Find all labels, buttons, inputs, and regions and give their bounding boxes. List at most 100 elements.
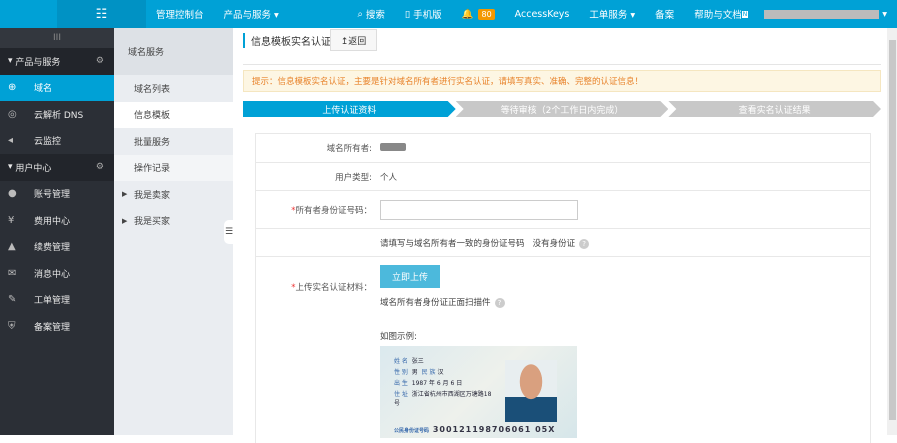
subnav-buyer[interactable]: ▶我是买家 [114, 208, 233, 235]
sidebar-item-monitor[interactable]: ◂ 云监控 [0, 128, 114, 155]
search-button[interactable]: ⌕ 搜索 [348, 0, 395, 28]
mail-icon: ✉ [8, 268, 28, 279]
search-icon: ⌕ [358, 9, 366, 20]
shield-icon: ⛨ [8, 321, 28, 332]
help-link[interactable]: 帮助与文档N [684, 0, 758, 28]
sidebar-section-user-center[interactable]: ▾ 用户中心⚙ [0, 154, 114, 181]
user-icon: ● [8, 188, 28, 199]
gear-icon[interactable]: ⚙ [96, 162, 104, 172]
user-type-label: 用户类型: [256, 171, 380, 183]
caret-right-icon: ▶ [122, 190, 134, 198]
sidebar-item-renewal[interactable]: ▲ 续费管理 [0, 234, 114, 261]
sidebar-toggle[interactable]: III [0, 28, 114, 48]
verification-form: 域名所有者: 用户类型:个人 *所有者身份证号码： 请填写与域名所有者一致的身份… [255, 133, 871, 443]
page-title: 信息模板实名认证 [243, 33, 331, 48]
card-field: 性 别 [394, 369, 408, 376]
aliyun-logo-icon[interactable]: ☷ [57, 0, 146, 28]
group-label: 我是卖家 [134, 188, 170, 201]
user-type-value: 个人 [380, 171, 397, 183]
section-label: 产品与服务 [15, 55, 60, 68]
sidebar-item-tickets[interactable]: ✎ 工单管理 [0, 287, 114, 314]
card-id-number: 300121198706061 05X [433, 425, 556, 434]
step-review: 等待审核（2个工作日内完成） [456, 101, 669, 117]
card-value: 汉 [437, 369, 443, 376]
tickets-menu[interactable]: 工单服务 ▾ [579, 0, 645, 28]
sidebar-item-label: 续费管理 [34, 240, 70, 253]
sidebar-item-label: 账号管理 [34, 187, 70, 200]
help-icon[interactable]: ? [579, 239, 589, 249]
sidebar-item-beian[interactable]: ⛨备案管理 [0, 313, 114, 340]
pencil-icon: ✎ [8, 294, 28, 305]
notice-banner: 提示：信息模板实名认证，主要是针对域名所有者进行实名认证，请填写真实、准确、完整… [243, 70, 881, 92]
domain-subnav: 域名服务 域名列表 信息模板 批量服务 操作记录 ▶我是卖家 ▶我是买家 [114, 28, 233, 435]
sidebar-item-label: 费用中心 [34, 214, 70, 227]
products-menu[interactable]: 产品与服务 ▾ [214, 0, 289, 28]
new-badge: N [742, 11, 749, 18]
step-upload: 上传认证资料 [243, 101, 456, 117]
scrollbar-thumb[interactable] [889, 40, 896, 420]
back-button[interactable]: ↥返回 [330, 29, 377, 51]
subnav-header: 域名服务 [114, 28, 233, 75]
upload-hint: 域名所有者身份证正面扫描件 [380, 298, 491, 308]
upload-button[interactable]: 立即上传 [380, 265, 440, 288]
top-nav-bar: ☷ 管理控制台 产品与服务 ▾ ⌕ 搜索 ▯ 手机版 🔔80 AccessKey… [0, 0, 897, 28]
accesskeys-link[interactable]: AccessKeys [505, 0, 580, 28]
beian-link[interactable]: 备案 [645, 0, 684, 28]
owner-label: 域名所有者: [256, 142, 380, 154]
card-field: 住 址 [394, 391, 408, 398]
subnav-operation-log[interactable]: 操作记录 [114, 155, 233, 182]
yen-icon: ¥ [8, 215, 28, 226]
sidebar-item-billing[interactable]: ¥ 费用中心 [0, 207, 114, 234]
progress-steps: 上传认证资料 等待审核（2个工作日内完成） 查看实名认证结果 [243, 101, 881, 117]
bell-icon: 🔔 [462, 9, 474, 20]
card-field: 姓 名 [394, 358, 408, 365]
mobile-label: 手机版 [413, 7, 442, 21]
renew-icon: ▲ [8, 241, 28, 252]
upload-label: 上传实名认证材料： [295, 283, 372, 293]
sidebar-item-label: 工单管理 [34, 293, 70, 306]
subnav-domain-list[interactable]: 域名列表 [114, 75, 233, 102]
id-card-example-image: 姓 名 张三 性 别 男 民 族 汉 出 生 1987 年 6 月 6 日 住 … [380, 346, 577, 438]
console-link[interactable]: 管理控制台 [146, 0, 214, 28]
card-field: 出 生 [394, 380, 408, 387]
main-content: 信息模板实名认证 ↥返回 提示：信息模板实名认证，主要是针对域名所有者进行实名认… [233, 28, 887, 435]
sidebar-section-products[interactable]: ▾ 产品与服务 ⚙ [0, 48, 114, 75]
sidebar-item-account[interactable]: ● 账号管理 [0, 181, 114, 208]
caret-down-icon: ▾ [8, 56, 15, 66]
phone-icon: ▯ [405, 9, 413, 20]
sidebar-item-domain[interactable]: ⊕ 域名 [0, 75, 114, 102]
sidebar-item-label: 消息中心 [34, 267, 70, 280]
id-number-input[interactable] [380, 200, 578, 220]
portrait-photo [505, 360, 557, 422]
subnav-seller[interactable]: ▶我是卖家 [114, 181, 233, 208]
dns-icon: ◎ [8, 109, 28, 120]
step-result: 查看实名认证结果 [668, 101, 881, 117]
owner-value-redacted [380, 143, 406, 151]
id-number-label: 所有者身份证号码： [295, 206, 372, 216]
section-label: 用户中心 [15, 161, 51, 174]
group-label: 我是买家 [134, 214, 170, 227]
sidebar-item-label: 域名 [34, 81, 52, 94]
username-redacted [764, 10, 879, 19]
caret-right-icon: ▶ [122, 217, 134, 225]
divider [243, 64, 881, 65]
sidebar-item-label: 云解析 DNS [34, 108, 83, 121]
gear-icon[interactable]: ⚙ [96, 56, 104, 66]
sidebar-item-dns[interactable]: ◎ 云解析 DNS [0, 101, 114, 128]
monitor-icon: ◂ [8, 135, 28, 146]
card-value: 男 [412, 369, 418, 376]
user-menu[interactable]: ▾ [758, 0, 897, 28]
no-id-link[interactable]: 没有身份证 [533, 239, 576, 249]
sidebar-item-messages[interactable]: ✉ 消息中心 [0, 260, 114, 287]
subnav-batch[interactable]: 批量服务 [114, 128, 233, 155]
mobile-button[interactable]: ▯ 手机版 [395, 0, 452, 28]
sidebar: III ▾ 产品与服务 ⚙ ⊕ 域名 ◎ 云解析 DNS ◂ 云监控 ▾ 用户中心 ⚙ ●… [0, 28, 114, 435]
search-label: 搜索 [366, 7, 385, 21]
notifications-button[interactable]: 🔔80 [452, 0, 505, 28]
sidebar-item-label: 云监控 [34, 134, 61, 147]
globe-icon: ⊕ [8, 82, 28, 93]
example-label: 如图示例: [380, 330, 577, 342]
card-field: 民 族 [422, 369, 436, 376]
help-icon[interactable]: ? [495, 298, 505, 308]
subnav-info-template[interactable]: 信息模板 [114, 102, 233, 129]
